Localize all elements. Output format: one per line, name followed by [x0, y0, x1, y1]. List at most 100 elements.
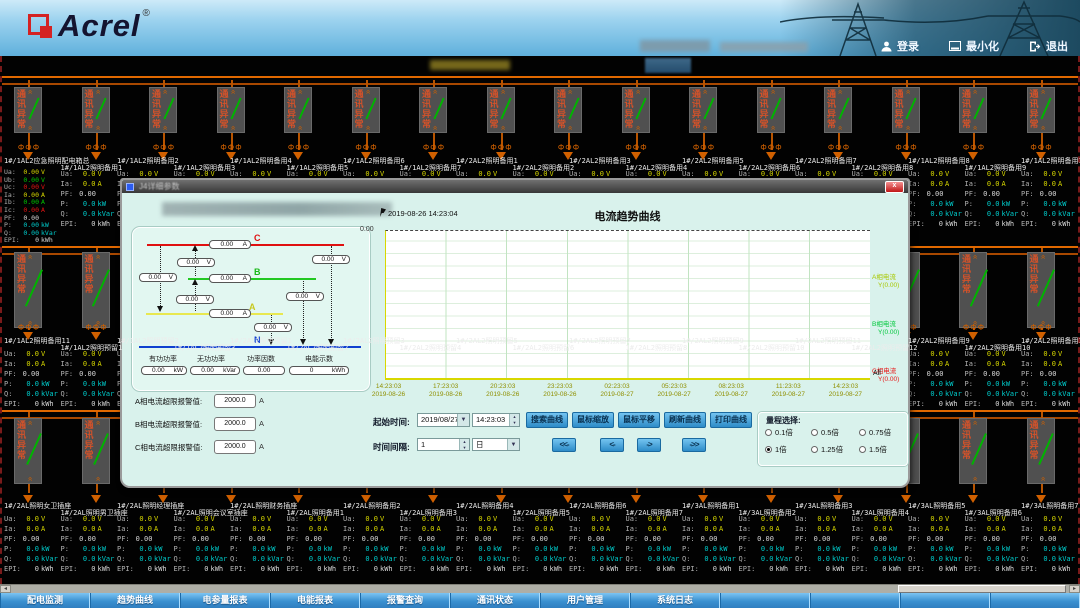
breaker-icon: ««: [27, 420, 40, 482]
exit-button[interactable]: 退出: [1029, 38, 1068, 54]
phase-symbols: ΦΦΦ: [346, 143, 388, 152]
comm-status-box[interactable]: 通讯异常««: [1027, 87, 1055, 133]
x-axis-all-label: All: [873, 370, 881, 377]
comm-status-box[interactable]: 通讯异常««: [622, 87, 650, 133]
comm-status-box[interactable]: 通讯异常««: [149, 87, 177, 133]
start-date-select[interactable]: 2019/08/27 ▼: [417, 413, 470, 427]
minimize-button[interactable]: 最小化: [949, 38, 999, 54]
feeder-column: 通讯异常««: [959, 412, 989, 503]
feeder-column: 通讯异常««ΦΦΦ: [959, 248, 989, 340]
comm-status-box[interactable]: 通讯异常««: [959, 418, 987, 484]
spinner-arrows-icon[interactable]: ▴▾: [509, 414, 519, 426]
comm-status-box[interactable]: 通讯异常««: [217, 87, 245, 133]
taskbar-tab-empty[interactable]: [990, 593, 1080, 608]
feeder-label: 1#/1AL2照明预留2: [117, 336, 179, 346]
interval-unit-select[interactable]: 日 ▼: [472, 438, 520, 451]
breaker-icon: ««: [1040, 89, 1053, 131]
comm-status-box[interactable]: 通讯异常««: [824, 87, 852, 133]
x-tick-label: 05:23:032019-08-27: [646, 383, 703, 398]
x-axis-tick-labels: 14:23:032019-08-2617:23:032019-08-2620:2…: [360, 383, 874, 398]
taskbar-tab-3[interactable]: 电参量报表: [180, 593, 270, 608]
comm-status-box[interactable]: 通讯异常««: [14, 87, 42, 133]
feeder-label: 1#/2AL2照明备用3: [569, 156, 631, 166]
fast-forward-button[interactable]: ->>: [682, 438, 706, 452]
taskbar-tab-7[interactable]: 用户管理: [540, 593, 630, 608]
print-curve-button[interactable]: 打印曲线: [710, 412, 752, 428]
comm-status-box[interactable]: 通讯异常««: [82, 87, 110, 133]
feeder-column: 通讯异常««ΦΦΦ: [14, 80, 44, 160]
comm-status-box[interactable]: 通讯异常««: [284, 87, 312, 133]
taskbar-tab-4[interactable]: 电能报表: [270, 593, 360, 608]
taskbar-tab-empty[interactable]: [720, 593, 810, 608]
phase-symbols: ΦΦΦ: [76, 143, 118, 152]
horizontal-scrollbar[interactable]: ◂ ▸: [0, 584, 1080, 593]
forward-button[interactable]: ->: [637, 438, 661, 452]
comm-status-box[interactable]: 通讯异常««: [419, 87, 447, 133]
breaker-icon: ««: [972, 89, 985, 131]
feeder-label: 1#/3AL照明备用7: [1021, 501, 1079, 511]
range-option-radio[interactable]: 0.1倍: [765, 427, 793, 438]
comm-status-box[interactable]: 通讯异常««: [14, 418, 42, 484]
brand-name: Acrel: [58, 8, 141, 44]
scrollbar-thumb[interactable]: [898, 585, 1066, 593]
taskbar-tab-empty[interactable]: [900, 593, 990, 608]
taskbar-tab-empty[interactable]: [810, 593, 900, 608]
comm-status-box[interactable]: 通讯异常««: [82, 418, 110, 484]
phase-a-alarm-input[interactable]: 2000.0: [214, 394, 256, 408]
start-time-spinner[interactable]: 14:23:03 ▴▾: [472, 413, 520, 427]
comm-status-box[interactable]: 通讯异常««: [959, 252, 987, 328]
feeder-label: 1#/2AL2照明预留7: [569, 336, 631, 346]
feeder-column: 通讯异常««ΦΦΦ: [149, 80, 179, 160]
comm-status-box[interactable]: 通讯异常««: [1027, 252, 1055, 328]
header-bar: Acrel ® 登录 最小化 退出: [0, 0, 1080, 56]
login-button[interactable]: 登录: [881, 38, 919, 54]
comm-status-box[interactable]: 通讯异常««: [689, 87, 717, 133]
chart-title: 电流趋势曲线: [385, 208, 870, 224]
chevron-down-icon[interactable]: ▼: [457, 414, 469, 426]
phase-b-alarm-input[interactable]: 2000.0: [214, 417, 256, 431]
feeder-column: 通讯异常««ΦΦΦ: [959, 80, 989, 160]
range-option-radio[interactable]: 1倍: [765, 444, 787, 455]
mouse-zoom-button[interactable]: 鼠标缩放: [572, 412, 614, 428]
chevron-down-icon[interactable]: ▼: [507, 439, 519, 450]
dialog-title-bar[interactable]: J4详细参数 x: [122, 180, 908, 193]
breaker-icon: ««: [432, 89, 445, 131]
comm-abnormal-text: 通讯异常: [961, 89, 972, 131]
feeder-column: 通讯异常««ΦΦΦ: [689, 80, 719, 160]
refresh-curve-button[interactable]: 刷新曲线: [664, 412, 706, 428]
taskbar-tab-6[interactable]: 通讯状态: [450, 593, 540, 608]
taskbar-tab-2[interactable]: 趋势曲线: [90, 593, 180, 608]
feeder-label: 1#/2AL2照明备用7: [795, 156, 857, 166]
fast-backward-button[interactable]: <<-: [552, 438, 576, 452]
comm-status-box[interactable]: 通讯异常««: [892, 87, 920, 133]
search-curve-button[interactable]: 搜索曲线: [526, 412, 568, 428]
trend-chart-plot-area[interactable]: [385, 230, 870, 380]
comm-abnormal-text: 通讯异常: [826, 89, 837, 131]
scroll-left-button[interactable]: ◂: [0, 585, 11, 593]
spinner-arrows-icon[interactable]: ▴▾: [459, 439, 469, 450]
phase-symbols: ΦΦΦ: [211, 143, 253, 152]
scroll-right-button[interactable]: ▸: [1069, 585, 1080, 593]
comm-status-box[interactable]: 通讯异常««: [757, 87, 785, 133]
interval-value-spinner[interactable]: 1 ▴▾: [417, 438, 470, 451]
backward-button[interactable]: <-: [600, 438, 624, 452]
phase-c-alarm-input[interactable]: 2000.0: [214, 440, 256, 454]
taskbar-tab-8[interactable]: 系统日志: [630, 593, 720, 608]
range-option-radio[interactable]: 0.5倍: [811, 427, 839, 438]
taskbar-tab-5[interactable]: 报警查询: [360, 593, 450, 608]
comm-status-box[interactable]: 通讯异常««: [554, 87, 582, 133]
comm-status-box[interactable]: 通讯异常««: [487, 87, 515, 133]
comm-status-box[interactable]: 通讯异常««: [959, 87, 987, 133]
comm-status-box[interactable]: 通讯异常««: [1027, 418, 1055, 484]
range-option-radio[interactable]: 1.5倍: [859, 444, 887, 455]
comm-status-box[interactable]: 通讯异常««: [14, 252, 42, 328]
range-option-radio[interactable]: 1.25倍: [811, 444, 843, 455]
comm-status-box[interactable]: 通讯异常««: [82, 252, 110, 328]
dialog-close-button[interactable]: x: [885, 181, 904, 193]
taskbar-tab-1[interactable]: 配电监测: [0, 593, 90, 608]
comm-status-box[interactable]: 通讯异常««: [352, 87, 380, 133]
range-option-radio[interactable]: 0.75倍: [859, 427, 891, 438]
mouse-pan-button[interactable]: 鼠标平移: [618, 412, 660, 428]
x-tick-label: 17:23:032019-08-26: [417, 383, 474, 398]
phase-b-line: [188, 278, 316, 280]
